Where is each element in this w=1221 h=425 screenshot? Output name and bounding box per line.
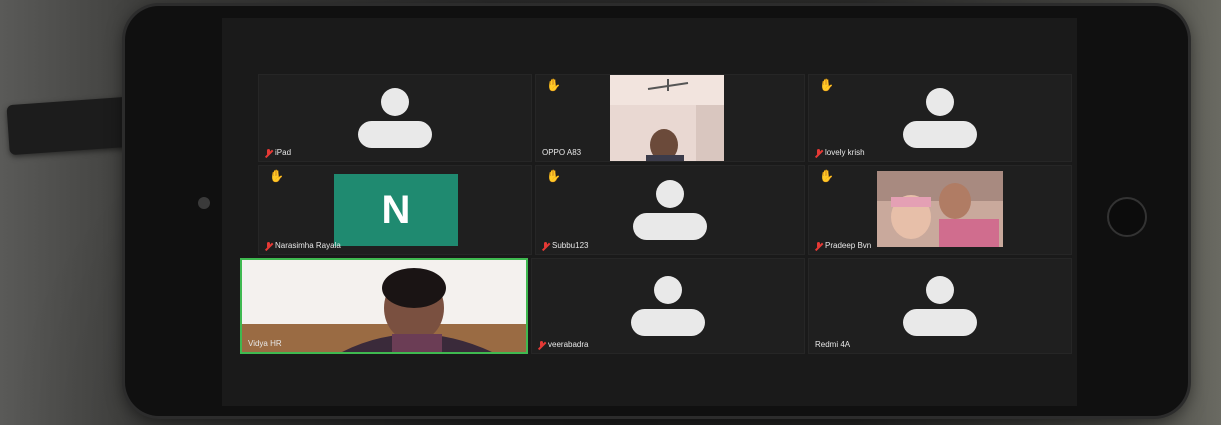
participant-tile[interactable]: ✋ N Narasimha Rayala (258, 165, 532, 255)
participant-name-tag: Redmi 4A (815, 340, 850, 349)
participant-video (877, 171, 1003, 247)
initial-avatar: N (334, 174, 458, 246)
participant-name: Subbu123 (552, 241, 589, 250)
participant-name: iPad (275, 148, 292, 157)
participant-name: Narasimha Rayala (275, 241, 341, 250)
raised-hand-icon: ✋ (546, 78, 561, 92)
mic-muted-icon (815, 241, 822, 250)
participant-name-tag: Pradeep Bvn (815, 241, 871, 250)
raised-hand-icon: ✋ (819, 169, 834, 183)
raised-hand-icon: ✋ (269, 169, 284, 183)
participant-name-tag: Narasimha Rayala (265, 241, 341, 250)
participant-name: veerabadra (548, 340, 589, 349)
participant-name-tag: iPad (265, 148, 291, 157)
person-placeholder-icon (631, 276, 705, 336)
meeting-screen: iPad ✋ OPPO A83 ✋ lovely krish ✋ N Naras… (222, 18, 1077, 406)
participant-name-tag: Vidya HR (248, 339, 282, 348)
participant-tile[interactable]: veerabadra (531, 258, 805, 354)
participant-name: lovely krish (825, 148, 865, 157)
participant-name: OPPO A83 (542, 148, 582, 157)
mic-muted-icon (542, 241, 549, 250)
mic-muted-icon (265, 241, 272, 250)
participant-name-tag: veerabadra (538, 340, 588, 349)
person-placeholder-icon (903, 88, 977, 148)
participant-tile[interactable]: ✋ Pradeep Bvn (808, 165, 1072, 255)
person-placeholder-icon (358, 88, 432, 148)
participant-tile[interactable]: ✋ OPPO A83 (535, 74, 805, 162)
participant-tile[interactable]: ✋ lovely krish (808, 74, 1072, 162)
mic-muted-icon (538, 340, 545, 349)
participant-name-tag: Subbu123 (542, 241, 588, 250)
participant-name-tag: OPPO A83 (542, 148, 581, 157)
participant-grid: iPad ✋ OPPO A83 ✋ lovely krish ✋ N Naras… (240, 74, 1072, 370)
active-speaker-tile[interactable]: Vidya HR (240, 258, 528, 354)
front-camera (198, 197, 210, 209)
participant-tile[interactable]: iPad (258, 74, 532, 162)
mic-muted-icon (265, 148, 272, 157)
person-placeholder-icon (903, 276, 977, 336)
participant-tile[interactable]: Redmi 4A (808, 258, 1072, 354)
participant-name: Redmi 4A (815, 340, 851, 349)
home-button (1107, 197, 1147, 237)
participant-name: Pradeep Bvn (825, 241, 872, 250)
mic-muted-icon (815, 148, 822, 157)
participant-tile[interactable]: ✋ Subbu123 (535, 165, 805, 255)
participant-name-tag: lovely krish (815, 148, 865, 157)
participant-video (610, 75, 724, 161)
raised-hand-icon: ✋ (546, 169, 561, 183)
participant-name: Vidya HR (248, 339, 282, 348)
raised-hand-icon: ✋ (819, 78, 834, 92)
participant-video (242, 260, 526, 352)
person-placeholder-icon (633, 180, 707, 240)
